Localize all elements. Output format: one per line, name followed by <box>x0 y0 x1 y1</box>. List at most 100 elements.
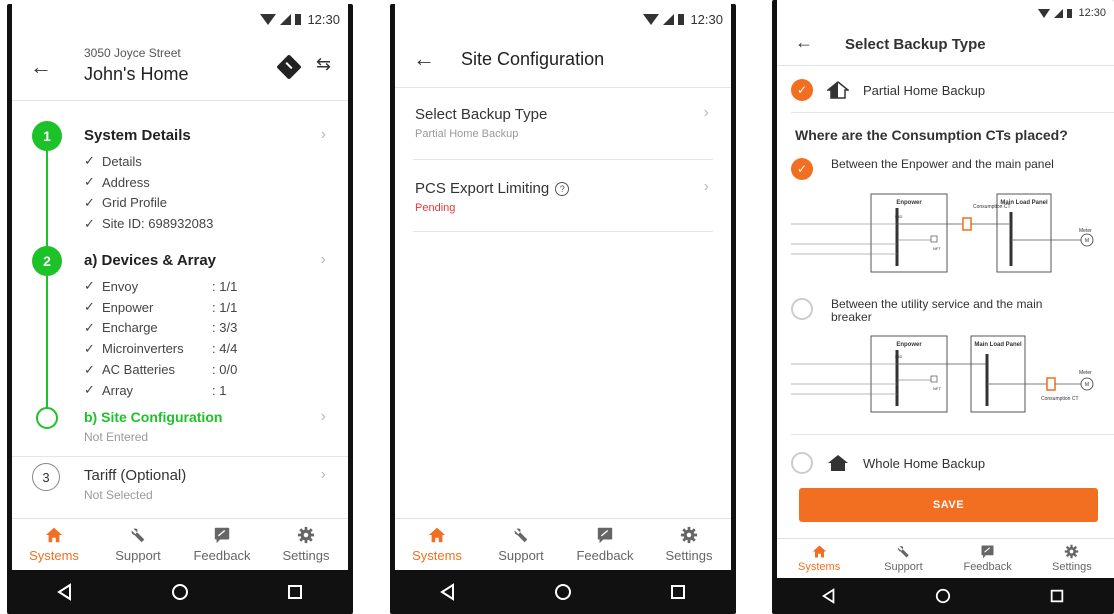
nav-recents-icon[interactable] <box>1049 588 1065 604</box>
header: ← 3050 Joyce Street John's Home ⇆ <box>12 34 348 101</box>
tab-feedback[interactable]: Feedback <box>563 519 647 570</box>
enpower-label: Enpower <box>896 342 922 348</box>
home-icon <box>45 527 63 543</box>
nav-recents-icon[interactable] <box>286 583 304 601</box>
nav-recents-icon[interactable] <box>669 583 687 601</box>
ct-option-utility-main-breaker[interactable]: Between the utility service and the main… <box>791 298 1104 328</box>
step-number-badge: 2 <box>32 246 62 276</box>
list-item: ✓ Envoy: 1/1 <box>84 278 238 294</box>
wrench-icon <box>897 546 909 558</box>
wiring-diagram-1: Enpower MID NFT Consumption CT Main Load… <box>791 193 1094 273</box>
nav-home-icon[interactable] <box>935 588 951 604</box>
chevron-right-icon: › <box>703 104 709 121</box>
tab-support[interactable]: Support <box>96 519 180 570</box>
item-label: PCS Export Limiting <box>415 180 550 197</box>
step-title: a) Devices & Array <box>84 252 217 269</box>
screen: 12:30 ← 3050 Joyce Street John's Home ⇆ … <box>12 4 348 570</box>
tab-feedback[interactable]: Feedback <box>180 519 264 570</box>
ct-option-enpower-main-panel[interactable]: ✓ Between the Enpower and the main panel <box>791 158 1104 188</box>
back-arrow-icon[interactable]: ← <box>413 46 435 72</box>
page-title: Site Configuration <box>461 49 605 69</box>
back-arrow-icon[interactable]: ← <box>30 54 52 80</box>
consumption-ct-label: Consumption CT <box>1041 396 1079 402</box>
home-icon <box>812 545 826 558</box>
radio-selected: ✓ <box>791 158 813 180</box>
android-nav-bar <box>772 578 1114 614</box>
nav-back-icon[interactable] <box>821 588 837 604</box>
check-icon: ✓ <box>796 83 808 97</box>
step-devices-array[interactable]: 2 a) Devices & Array › ✓ Envoy: 1/1 ✓ Enpo… <box>12 246 348 398</box>
settings-item-pcs-export[interactable]: PCS Export Limiting ? Pending › <box>413 160 713 232</box>
signal-icon <box>1054 8 1064 18</box>
list-item: ✓ Encharge: 3/3 <box>84 319 238 336</box>
check-icon: ✓ <box>84 340 95 356</box>
partial-house-icon <box>827 81 849 99</box>
status-bar: 12:30 <box>395 4 731 34</box>
help-icon[interactable]: ? <box>555 181 570 196</box>
step-site-configuration[interactable]: b) Site Configuration Not Entered › <box>12 403 348 451</box>
step-system-details[interactable]: 1 System Details › ✓ Details ✓ Address ✓ Gr… <box>12 121 348 241</box>
status-bar: 12:30 <box>12 4 348 34</box>
battery-icon <box>295 13 302 25</box>
feedback-icon <box>981 545 994 559</box>
settings-item-backup-type[interactable]: Select Backup Type Partial Home Backup › <box>413 88 713 160</box>
gear-icon <box>680 526 698 544</box>
nav-back-icon[interactable] <box>56 583 74 601</box>
option-partial-home-backup[interactable]: ✓ Partial Home Backup <box>791 76 1104 104</box>
tab-systems[interactable]: Systems <box>395 519 479 570</box>
page-title: Select Backup Type <box>845 36 986 53</box>
phone-screen-site-configuration: 12:30 ← Site Configuration Select Backup… <box>390 4 736 614</box>
wiring-diagram-2: Enpower MID NFT Main Load Panel Consumpt… <box>791 335 1094 413</box>
header: ← Select Backup Type <box>777 26 1114 66</box>
wifi-icon <box>260 13 277 25</box>
directions-icon[interactable] <box>276 54 302 80</box>
chevron-right-icon: › <box>320 251 326 268</box>
option-label: Between the Enpower and the main panel <box>831 157 1054 171</box>
android-nav-bar <box>390 570 736 614</box>
tab-support[interactable]: Support <box>861 539 945 578</box>
save-button[interactable]: SAVE <box>799 488 1098 522</box>
step-title: System Details <box>84 127 191 144</box>
check-icon: ✓ <box>84 153 95 169</box>
list-item: ✓ Site ID: 698932083 <box>84 215 214 232</box>
nft-label: NFT <box>933 386 941 391</box>
status-time: 12:30 <box>690 11 723 27</box>
list-item: ✓ Details <box>84 153 142 169</box>
tab-feedback[interactable]: Feedback <box>946 539 1030 578</box>
back-arrow-icon[interactable]: ← <box>795 32 813 53</box>
gear-icon <box>1065 544 1079 559</box>
tab-systems[interactable]: Systems <box>12 519 96 570</box>
signal-icon <box>280 13 292 25</box>
main-load-panel-label: Main Load Panel <box>1000 200 1048 206</box>
radio-unselected <box>791 452 813 474</box>
wrench-icon <box>514 528 528 543</box>
tab-settings[interactable]: Settings <box>1030 539 1114 578</box>
tab-support[interactable]: Support <box>479 519 563 570</box>
check-icon: ✓ <box>84 174 95 190</box>
tab-systems[interactable]: Systems <box>777 539 861 578</box>
list-item: ✓ Enpower: 1/1 <box>84 299 238 315</box>
meter-label: Meter <box>1079 370 1092 376</box>
tab-bar: Systems Support Feedback Settings <box>395 518 731 570</box>
option-whole-home-backup[interactable]: Whole Home Backup <box>791 450 1104 476</box>
radio-unselected <box>791 298 813 320</box>
option-label: Partial Home Backup <box>863 82 986 98</box>
status-bar: 12:30 <box>777 0 1114 26</box>
tab-settings[interactable]: Settings <box>647 519 731 570</box>
item-value: Pending <box>415 202 456 214</box>
list-item: ✓ Microinverters: 4/4 <box>84 340 238 357</box>
radio-selected: ✓ <box>791 79 813 101</box>
step-status: Not Selected <box>84 488 153 502</box>
nav-home-icon[interactable] <box>171 583 189 601</box>
nav-back-icon[interactable] <box>439 583 457 601</box>
item-label: Select Backup Type <box>415 106 548 123</box>
save-button-label: SAVE <box>932 499 965 511</box>
option-label: Between the utility service and the main… <box>831 297 1043 324</box>
step-tariff[interactable]: 3 Tariff (Optional) Not Selected › <box>12 463 348 511</box>
swap-icon[interactable]: ⇆ <box>316 54 331 75</box>
nft-label: NFT <box>933 246 941 251</box>
nav-home-icon[interactable] <box>554 583 572 601</box>
check-icon: ✓ <box>84 319 95 335</box>
step-number-badge: 3 <box>32 463 60 491</box>
tab-settings[interactable]: Settings <box>264 519 348 570</box>
